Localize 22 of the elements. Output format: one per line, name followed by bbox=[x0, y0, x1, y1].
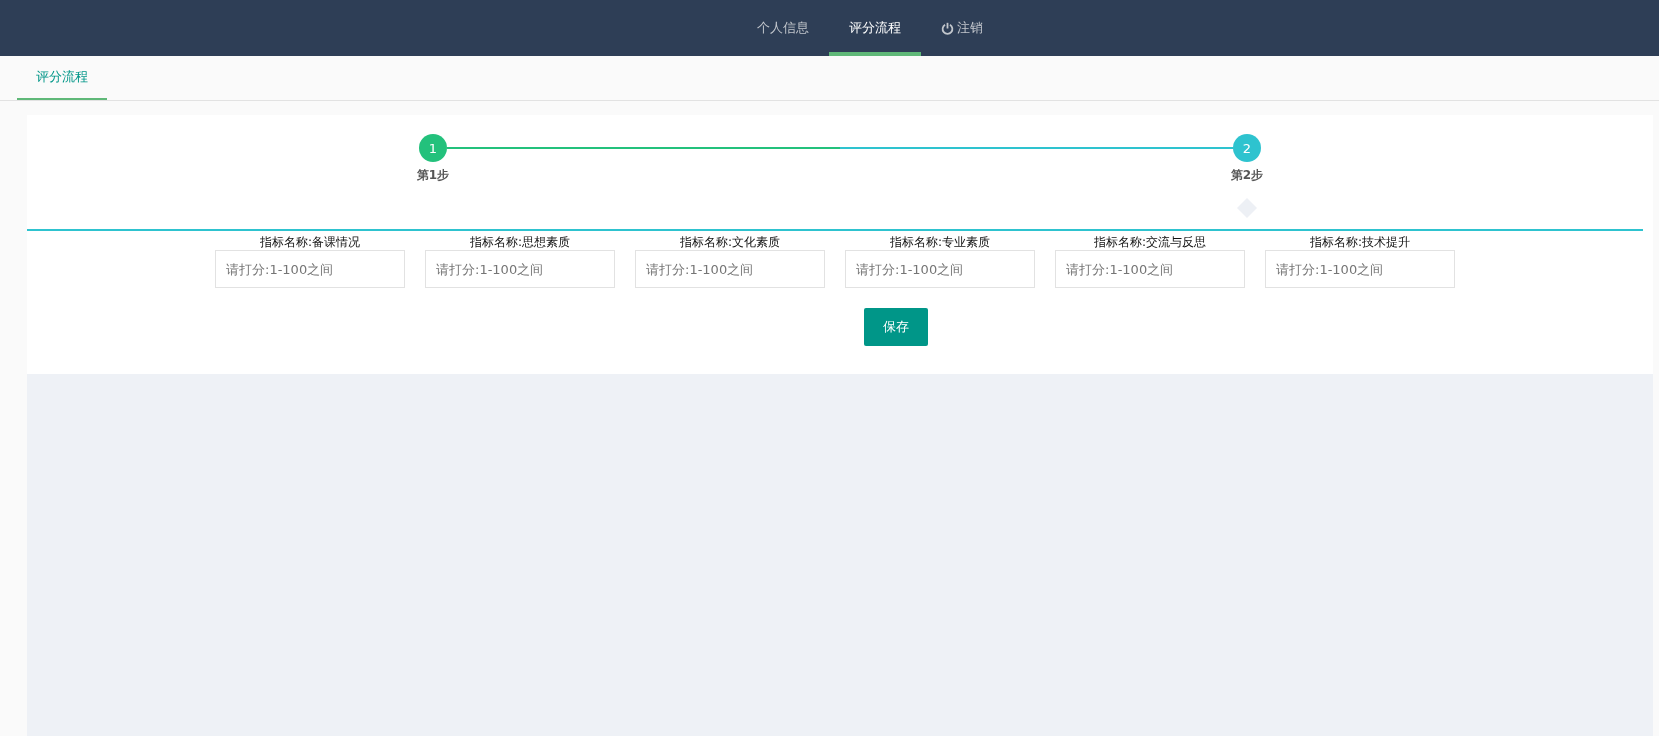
field-label: 指标名称:交流与反思 bbox=[1093, 234, 1206, 250]
score-input[interactable]: 请打分:1-100之间 bbox=[215, 250, 405, 288]
score-input[interactable]: 请打分:1-100之间 bbox=[1055, 250, 1245, 288]
save-button[interactable]: 保存 bbox=[864, 308, 928, 346]
power-icon bbox=[940, 21, 954, 35]
score-input[interactable]: 请打分:1-100之间 bbox=[635, 250, 825, 288]
field-label: 指标名称:专业素质 bbox=[889, 234, 990, 250]
step-circle: 2 bbox=[1233, 134, 1261, 162]
step-label: 第2步 bbox=[1230, 167, 1264, 184]
field-label: 指标名称:备课情况 bbox=[259, 234, 360, 250]
step-label: 第1步 bbox=[416, 167, 450, 184]
step-circle: 1 bbox=[419, 134, 447, 162]
score-input[interactable]: 请打分:1-100之间 bbox=[845, 250, 1035, 288]
nav-item[interactable]: 评分流程 bbox=[828, 0, 921, 56]
nav-item[interactable]: 注销 bbox=[920, 0, 1003, 56]
nav-item[interactable]: 个人信息 bbox=[736, 0, 829, 56]
score-input[interactable]: 请打分:1-100之间 bbox=[1265, 250, 1455, 288]
field-label: 指标名称:技术提升 bbox=[1309, 234, 1410, 250]
tab[interactable]: 评分流程 bbox=[17, 56, 107, 100]
score-input[interactable]: 请打分:1-100之间 bbox=[425, 250, 615, 288]
field-label: 指标名称:思想素质 bbox=[469, 234, 570, 250]
field-label: 指标名称:文化素质 bbox=[679, 234, 780, 250]
